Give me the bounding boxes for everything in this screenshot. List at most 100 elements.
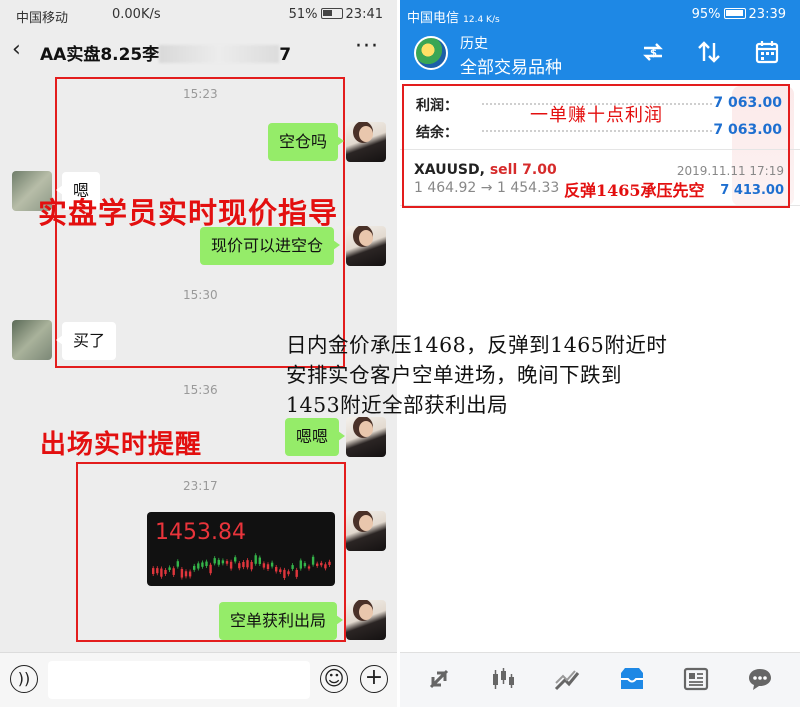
- app-subtitle: 历史: [460, 36, 488, 52]
- status-right: 95% 23:39: [692, 7, 786, 22]
- candle-body: [254, 555, 257, 564]
- avatar-self[interactable]: [346, 511, 386, 551]
- status-bar: 中国移动 0.00K/s 51% 23:41: [0, 0, 397, 28]
- overlay-caption-profit: 一单赚十点利润: [530, 105, 663, 126]
- message-bubble-out[interactable]: 嗯嗯: [285, 418, 346, 456]
- message-input[interactable]: [48, 661, 310, 699]
- candle-body: [311, 556, 315, 565]
- candle-body: [295, 569, 298, 577]
- status-bar: 中国电信 12.4 K/s 95% 23:39: [400, 0, 800, 28]
- candle-body: [328, 561, 331, 565]
- candle-body: [262, 563, 266, 568]
- chat-icon[interactable]: [745, 665, 775, 695]
- app-title[interactable]: 全部交易品种: [460, 53, 562, 78]
- quotes-icon[interactable]: [424, 665, 454, 695]
- more-dots-icon[interactable]: ···: [355, 34, 379, 59]
- candle-body: [225, 561, 229, 564]
- note-line: 日内金价承压1468，反弹到1465附近时: [286, 333, 668, 357]
- carrier-label: 中国移动: [16, 11, 69, 26]
- candle-body: [197, 563, 200, 569]
- overlay-caption-trade: 反弹1465承压先空: [564, 181, 705, 200]
- battery-percent: 95%: [691, 7, 721, 22]
- candle-body: [291, 565, 294, 569]
- note-line: 1453附近全部获利出局: [286, 393, 509, 417]
- candle-body: [168, 567, 171, 570]
- candle-body: [193, 565, 196, 570]
- voice-icon[interactable]: )): [10, 665, 38, 693]
- message-bubble-out[interactable]: 空仓吗: [268, 123, 345, 161]
- candle-body: [156, 568, 159, 574]
- avatar-self[interactable]: [346, 600, 386, 640]
- message-bubble-out[interactable]: 现价可以进空仓: [200, 227, 341, 265]
- avatar-self[interactable]: [346, 122, 386, 162]
- candle-body: [209, 564, 212, 574]
- sort-arrows-icon[interactable]: [696, 39, 722, 71]
- currency-swap-icon[interactable]: $: [640, 39, 666, 71]
- chevron-left-icon[interactable]: ‹: [12, 37, 21, 62]
- news-icon[interactable]: [681, 665, 711, 695]
- avatar-self[interactable]: [346, 226, 386, 266]
- message-bubble-in[interactable]: 买了: [55, 322, 117, 360]
- clock: 23:39: [748, 7, 786, 22]
- candle-body: [205, 561, 208, 567]
- app-logo-icon[interactable]: [414, 36, 448, 70]
- app-bar: 历史 全部交易品种 $: [400, 28, 800, 80]
- candle-body: [160, 568, 163, 577]
- network-speed: 12.4 K/s: [463, 15, 500, 25]
- candle-body: [258, 557, 261, 565]
- plus-icon[interactable]: +: [360, 665, 388, 693]
- chat-title-text: AA实盘8.25李: [40, 45, 160, 65]
- candle-body: [234, 557, 237, 562]
- candle-body: [320, 562, 323, 566]
- message-time: 15:36: [183, 383, 218, 397]
- network-speed: 0.00K/s: [112, 7, 161, 22]
- trade-icon[interactable]: [552, 665, 582, 695]
- blurred-name: [159, 45, 280, 63]
- chat-input-bar: )) ☺ +: [0, 652, 397, 707]
- mini-candlestick-chart: [152, 553, 331, 580]
- analysis-note: 日内金价承压1468，反弹到1465附近时 安排实仓客户空单进场，晚间下跌到 1…: [286, 330, 796, 420]
- candle-body: [246, 560, 249, 568]
- candle-body: [238, 563, 241, 569]
- candle-body: [180, 568, 184, 578]
- message-time: 15:30: [183, 288, 218, 302]
- avatar-self[interactable]: [346, 417, 386, 457]
- candle-body: [213, 558, 216, 564]
- calendar-icon[interactable]: [754, 39, 780, 71]
- message-time: 15:23: [183, 87, 218, 101]
- candle-body: [279, 569, 282, 573]
- chat-title-suffix: 7: [279, 45, 292, 65]
- candle-body: [229, 561, 233, 569]
- svg-text:$: $: [650, 48, 657, 59]
- candle-body: [266, 564, 270, 570]
- candle-body: [172, 568, 175, 575]
- chart-icon[interactable]: [488, 665, 518, 695]
- overlay-caption-guide: 实盘学员实时现价指导: [38, 196, 339, 230]
- battery-icon: [320, 8, 343, 19]
- chat-header: ‹ AA实盘8.25李 7 ···: [0, 28, 397, 74]
- candle-body: [188, 571, 192, 577]
- history-icon[interactable]: [617, 665, 647, 695]
- status-right: 51% 23:41: [289, 7, 383, 22]
- candle-body: [307, 566, 311, 569]
- candle-body: [303, 563, 307, 567]
- candle-body: [283, 569, 286, 578]
- emoji-icon[interactable]: ☺: [320, 665, 348, 693]
- overlay-caption-exit: 出场实时提醒: [40, 430, 203, 460]
- candle-body: [299, 560, 302, 569]
- candle-body: [242, 562, 245, 568]
- battery-icon: [723, 8, 746, 19]
- candle-body: [275, 566, 278, 572]
- message-time: 23:17: [183, 479, 218, 493]
- note-line: 安排实仓客户空单进场，晚间下跌到: [286, 363, 622, 387]
- bottom-nav: [400, 652, 800, 707]
- message-bubble-out[interactable]: 空单获利出局: [219, 602, 344, 640]
- candle-body: [316, 563, 319, 566]
- candle-body: [324, 564, 327, 569]
- candle-body: [221, 560, 225, 564]
- avatar-contact[interactable]: [12, 320, 52, 360]
- candle-body: [152, 568, 155, 575]
- candle-body: [164, 569, 167, 574]
- battery-percent: 51%: [288, 7, 318, 22]
- price-chart-image[interactable]: 1453.84: [147, 512, 335, 586]
